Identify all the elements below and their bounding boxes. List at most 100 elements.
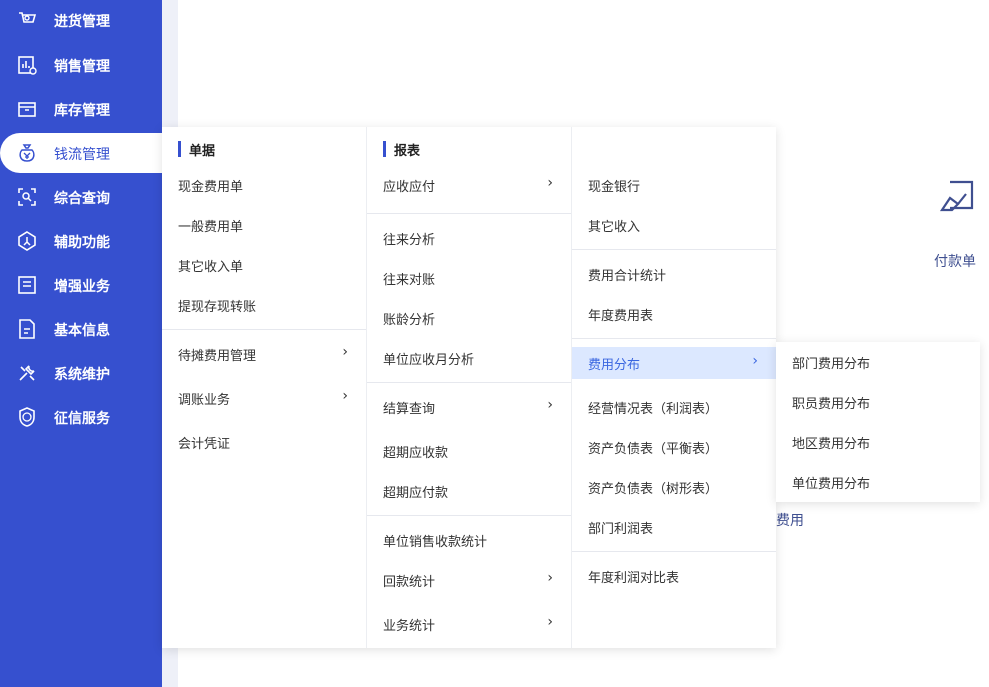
menu-item-label: 待摊费用管理 xyxy=(178,349,257,364)
menu-item-income-statement[interactable]: 经营情况表（利润表） xyxy=(572,391,776,423)
menu-divider xyxy=(572,551,776,552)
document-icon xyxy=(19,319,35,339)
menu-item-deferred-expense[interactable]: 待摊费用管理 › xyxy=(162,338,366,370)
expense-distribution-submenu: 部门费用分布 职员费用分布 地区费用分布 单位费用分布 xyxy=(776,342,980,502)
menu-item-other-income-doc[interactable]: 其它收入单 xyxy=(162,249,366,281)
sidebar-item-purchase[interactable]: 进货管理 xyxy=(0,0,162,40)
menu-item-sales-collection-stats[interactable]: 单位销售收款统计 xyxy=(367,524,571,556)
menu-item-label: 其它收入单 xyxy=(178,260,244,275)
sidebar: 进货管理 销售管理 库存管理 钱流管理 综合查询 辅助功能 增强业务 基本信息 … xyxy=(0,0,162,687)
credit-shield-icon xyxy=(19,407,35,427)
menu-divider xyxy=(572,338,776,339)
menu-item-label: 结算查询 xyxy=(383,402,436,417)
sidebar-item-label: 增强业务 xyxy=(54,279,110,295)
section-accent-bar xyxy=(178,141,181,157)
sidebar-item-cashflow[interactable]: 钱流管理 xyxy=(0,133,162,173)
menu-item-label: 账龄分析 xyxy=(383,313,436,328)
assist-hexagon-icon xyxy=(18,231,36,251)
menu-item-label: 应收应付 xyxy=(383,180,436,195)
menu-item-dept-expense-distribution[interactable]: 部门费用分布 xyxy=(776,346,980,378)
sidebar-item-label: 辅助功能 xyxy=(54,235,110,251)
menu-item-receivable-payable[interactable]: 应收应付 › xyxy=(367,169,571,201)
menu-column-documents: 单据 现金费用单 一般费用单 其它收入单 提现存现转账 待摊费用管理 › 调账业务… xyxy=(162,127,367,648)
menu-divider xyxy=(572,249,776,250)
sidebar-item-system[interactable]: 系统维护 xyxy=(0,353,162,393)
menu-item-overdue-receivable[interactable]: 超期应收款 xyxy=(367,435,571,467)
enhance-list-icon xyxy=(18,276,36,294)
menu-item-label: 往来分析 xyxy=(383,233,436,248)
sidebar-item-assist[interactable]: 辅助功能 xyxy=(0,221,162,261)
menu-item-balance-sheet-tree[interactable]: 资产负债表（树形表） xyxy=(572,471,776,503)
menu-item-label: 资产负债表（平衡表） xyxy=(588,442,719,457)
menu-item-label: 提现存现转账 xyxy=(178,300,257,315)
sidebar-item-inventory[interactable]: 库存管理 xyxy=(0,89,162,129)
section-accent-bar xyxy=(383,141,386,157)
menu-item-cash-transfer[interactable]: 提现存现转账 xyxy=(162,289,366,321)
menu-item-region-expense-distribution[interactable]: 地区费用分布 xyxy=(776,426,980,458)
sidebar-item-enhance[interactable]: 增强业务 xyxy=(0,265,162,305)
menu-item-label: 一般费用单 xyxy=(178,220,244,235)
menu-item-label: 经营情况表（利润表） xyxy=(588,402,719,417)
menu-item-label: 其它收入 xyxy=(588,220,641,235)
cashflow-mega-menu: 单据 现金费用单 一般费用单 其它收入单 提现存现转账 待摊费用管理 › 调账业务… xyxy=(162,127,776,648)
menu-item-reconciliation[interactable]: 往来对账 xyxy=(367,262,571,294)
menu-item-collection-stats[interactable]: 回款统计 › xyxy=(367,564,571,596)
chevron-right-icon: › xyxy=(547,614,553,630)
payment-shortcut-label[interactable]: 付款单 xyxy=(934,251,976,271)
menu-item-label: 超期应付款 xyxy=(383,486,449,501)
sidebar-item-label: 征信服务 xyxy=(54,411,110,427)
sidebar-item-label: 销售管理 xyxy=(54,59,110,75)
sidebar-item-label: 库存管理 xyxy=(54,103,110,119)
menu-item-annual-expense[interactable]: 年度费用表 xyxy=(572,298,776,330)
menu-item-balance-sheet[interactable]: 资产负债表（平衡表） xyxy=(572,431,776,463)
menu-item-dept-profit[interactable]: 部门利润表 xyxy=(572,511,776,543)
menu-item-other-income[interactable]: 其它收入 xyxy=(572,209,776,241)
menu-item-staff-expense-distribution[interactable]: 职员费用分布 xyxy=(776,386,980,418)
tools-icon xyxy=(19,365,35,381)
menu-item-label: 费用合计统计 xyxy=(588,269,667,284)
menu-item-label: 现金银行 xyxy=(588,180,641,195)
sidebar-item-basic-info[interactable]: 基本信息 xyxy=(0,309,162,349)
menu-item-label: 资产负债表（树形表） xyxy=(588,482,719,497)
sales-chart-icon xyxy=(18,56,37,75)
menu-item-label: 超期应收款 xyxy=(383,446,449,461)
menu-divider xyxy=(367,382,571,383)
menu-item-label: 地区费用分布 xyxy=(792,437,871,452)
menu-item-label: 单位费用分布 xyxy=(792,477,871,492)
menu-item-business-stats[interactable]: 业务统计 › xyxy=(367,608,571,640)
menu-item-label: 单位销售收款统计 xyxy=(383,535,488,550)
menu-item-label: 费用分布 xyxy=(588,358,641,373)
menu-item-cash-bank[interactable]: 现金银行 xyxy=(572,169,776,201)
money-bag-icon xyxy=(19,144,35,162)
fee-shortcut-label[interactable]: 费用 xyxy=(776,510,804,530)
sidebar-item-credit[interactable]: 征信服务 xyxy=(0,397,162,437)
chevron-right-icon: › xyxy=(547,397,553,413)
menu-item-monthly-receivable[interactable]: 单位应收月分析 xyxy=(367,342,571,374)
sidebar-item-label: 基本信息 xyxy=(54,323,110,339)
menu-item-settlement-query[interactable]: 结算查询 › xyxy=(367,391,571,423)
sidebar-item-sales[interactable]: 销售管理 xyxy=(0,45,162,85)
section-title-documents: 单据 xyxy=(178,140,216,159)
menu-item-accounting-voucher[interactable]: 会计凭证 xyxy=(162,426,366,458)
menu-item-adjust-account[interactable]: 调账业务 › xyxy=(162,382,366,414)
menu-item-expense-distribution[interactable]: 费用分布 › xyxy=(572,347,776,379)
sidebar-item-label: 系统维护 xyxy=(54,367,110,383)
menu-item-aging-analysis[interactable]: 账龄分析 xyxy=(367,302,571,334)
menu-item-general-expense[interactable]: 一般费用单 xyxy=(162,209,366,241)
menu-item-label: 调账业务 xyxy=(178,393,231,408)
menu-item-overdue-payable[interactable]: 超期应付款 xyxy=(367,475,571,507)
menu-item-label: 现金费用单 xyxy=(178,180,244,195)
menu-column-report-details: 现金银行 其它收入 费用合计统计 年度费用表 费用分布 › 经营情况表（利润表） … xyxy=(572,127,776,648)
menu-item-annual-profit-compare[interactable]: 年度利润对比表 xyxy=(572,560,776,592)
sidebar-item-query[interactable]: 综合查询 xyxy=(0,177,162,217)
menu-item-label: 往来对账 xyxy=(383,273,436,288)
section-title-reports: 报表 xyxy=(383,140,421,159)
menu-item-label: 年度利润对比表 xyxy=(588,571,680,586)
menu-item-cash-expense[interactable]: 现金费用单 xyxy=(162,169,366,201)
menu-item-expense-total-stats[interactable]: 费用合计统计 xyxy=(572,258,776,290)
menu-item-contact-analysis[interactable]: 往来分析 xyxy=(367,222,571,254)
section-title-text: 报表 xyxy=(394,143,421,159)
section-title-text: 单据 xyxy=(189,143,216,159)
payment-document-icon[interactable] xyxy=(938,178,978,214)
menu-item-unit-expense-distribution[interactable]: 单位费用分布 xyxy=(776,466,980,498)
